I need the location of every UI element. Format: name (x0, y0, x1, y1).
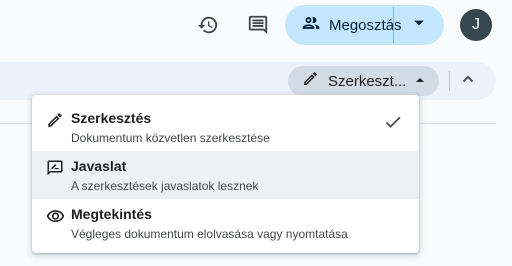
editing-mode-button[interactable]: Szerkeszt... (288, 66, 439, 96)
eye-icon (44, 205, 66, 227)
account-avatar[interactable]: J (460, 9, 492, 41)
suggest-edit-icon (44, 157, 66, 179)
collapse-toolbar-button[interactable] (452, 65, 484, 97)
history-icon (197, 14, 219, 36)
share-dropdown-button[interactable] (394, 5, 444, 45)
share-label: Megosztás (329, 16, 402, 34)
chevron-up-icon (461, 72, 475, 91)
menu-item-viewing[interactable]: Megtekintés Végleges dokumentum elolvasá… (32, 199, 419, 247)
caret-down-icon (413, 16, 425, 34)
comments-icon (247, 14, 269, 36)
history-button[interactable] (192, 9, 224, 41)
menu-item-title: Javaslat (71, 158, 127, 174)
comments-button[interactable] (242, 9, 274, 41)
menu-item-description: A szerkesztések javaslatok lesznek (71, 179, 259, 193)
caret-up-icon (415, 72, 425, 90)
menu-item-description: Dokumentum közvetlen szerkesztése (71, 131, 270, 145)
share-button-group: Megosztás (285, 5, 444, 45)
toolbar-divider (449, 71, 450, 91)
menu-item-suggesting[interactable]: Javaslat A szerkesztések javaslatok lesz… (32, 151, 419, 199)
check-icon (382, 111, 404, 133)
menu-item-description: Végleges dokumentum elolvasása vagy nyom… (71, 227, 348, 241)
editing-mode-label: Szerkeszt... (328, 72, 407, 90)
pencil-icon (302, 70, 319, 92)
editing-mode-menu: Szerkesztés Dokumentum közvetlen szerkes… (32, 95, 419, 253)
menu-item-title: Megtekintés (71, 206, 152, 222)
people-icon (301, 13, 321, 38)
header-bar: Megosztás J (0, 0, 512, 50)
pencil-icon (44, 109, 66, 131)
menu-item-editing[interactable]: Szerkesztés Dokumentum közvetlen szerkes… (32, 103, 419, 151)
share-button[interactable]: Megosztás (285, 5, 402, 45)
menu-item-title: Szerkesztés (71, 110, 152, 126)
